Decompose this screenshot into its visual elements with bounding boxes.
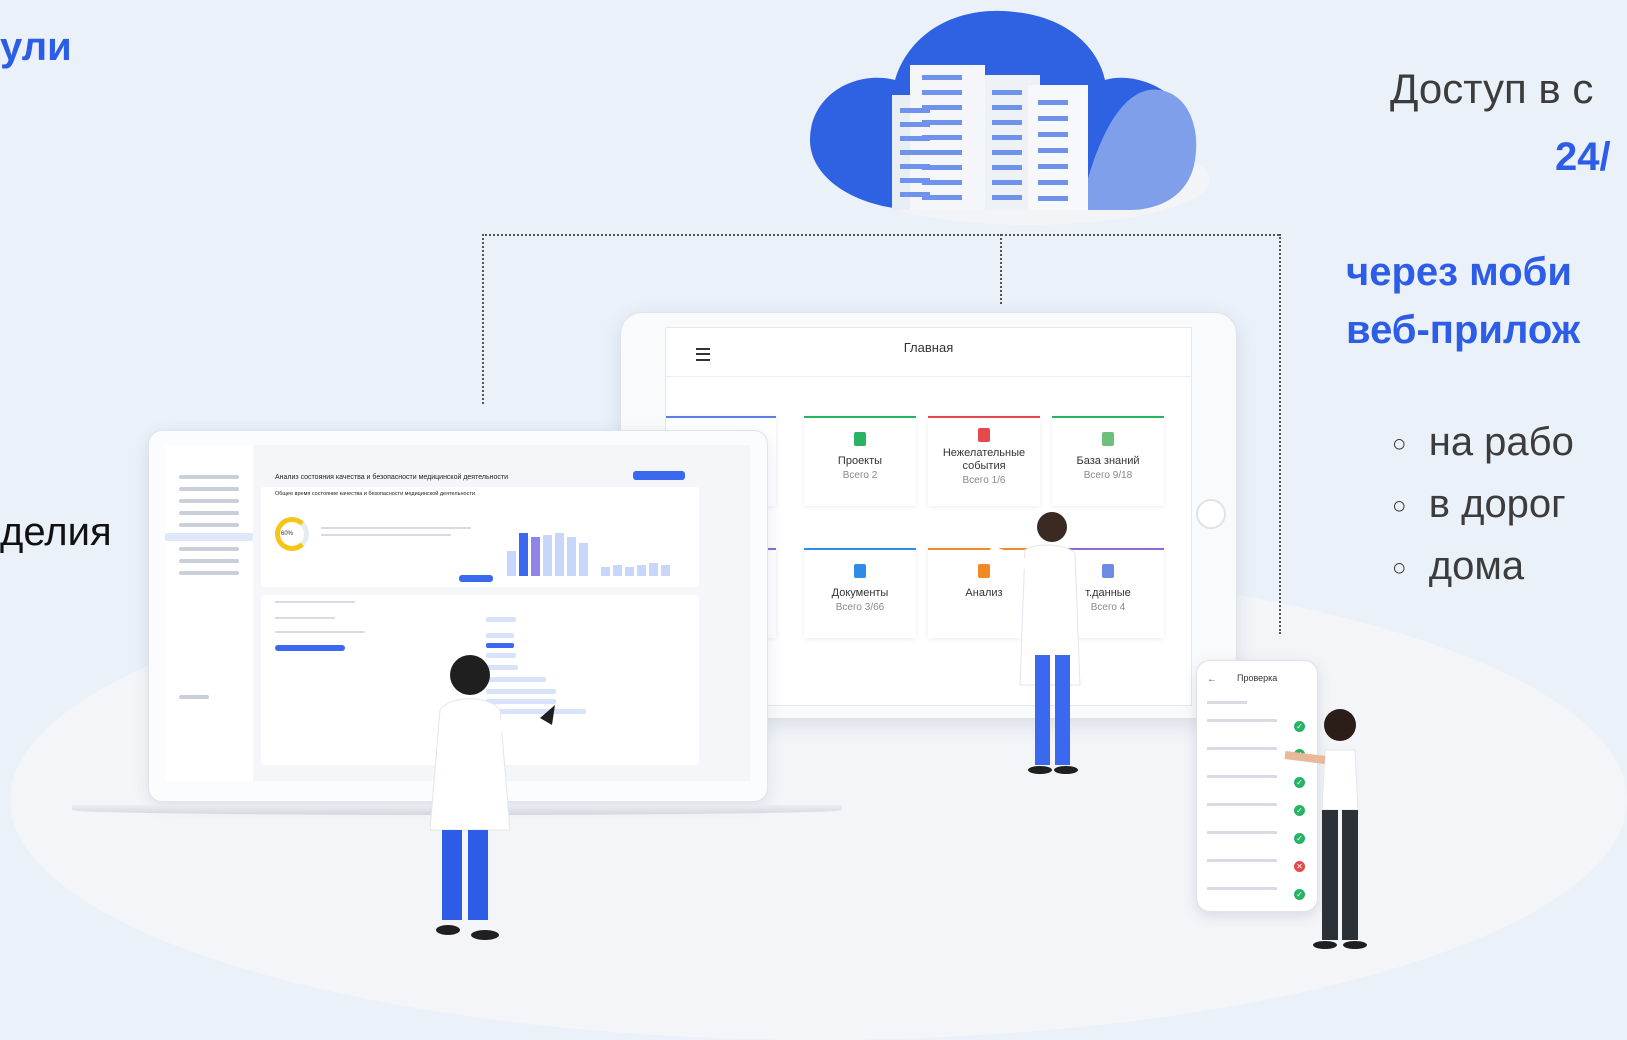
chart-bar bbox=[625, 567, 634, 576]
card-subtitle: Всего 3/66 bbox=[835, 602, 885, 613]
mobile-text-line1: через моби bbox=[1346, 250, 1572, 294]
connector-line bbox=[482, 234, 1279, 236]
connector-line bbox=[1000, 234, 1002, 304]
sidebar-item[interactable] bbox=[179, 523, 239, 527]
chart-bar bbox=[555, 533, 564, 576]
connector-line bbox=[482, 234, 484, 404]
cloud-server-icon bbox=[810, 10, 1210, 225]
woman-illustration bbox=[1284, 709, 1367, 949]
chart-bar bbox=[519, 533, 528, 576]
card-title: Нежелательные события bbox=[942, 447, 1026, 472]
bullet-item: ○ на рабо bbox=[1392, 420, 1574, 464]
text-line bbox=[275, 631, 365, 633]
primary-button[interactable] bbox=[275, 645, 345, 651]
check-row[interactable] bbox=[1207, 719, 1277, 722]
chart-bar bbox=[613, 565, 622, 576]
document-icon bbox=[854, 432, 866, 446]
access-text: Доступ в с bbox=[1390, 65, 1594, 112]
text-line bbox=[1207, 701, 1247, 704]
card-documents[interactable]: Документы Всего 3/66 bbox=[804, 548, 916, 638]
access-highlight: 24/ bbox=[1555, 135, 1611, 179]
mobile-text-line2: веб-прилож bbox=[1346, 308, 1581, 352]
chart-bar bbox=[661, 565, 670, 576]
panel-subtitle: Общее время состояние качества и безопас… bbox=[275, 491, 475, 497]
text-line bbox=[275, 617, 335, 619]
progress-bar bbox=[486, 633, 514, 638]
check-row[interactable] bbox=[1207, 775, 1277, 778]
card-adverse-events[interactable]: Нежелательные события Всего 1/6 bbox=[928, 416, 1040, 506]
card-title: База знаний bbox=[1076, 455, 1140, 467]
back-arrow-icon[interactable]: ← bbox=[1207, 674, 1217, 685]
bullet-item: ○ дома bbox=[1392, 544, 1525, 588]
chart-bar bbox=[601, 567, 610, 576]
check-row[interactable] bbox=[1207, 859, 1277, 862]
connector-line bbox=[1279, 234, 1281, 634]
person-illustration bbox=[430, 655, 555, 940]
card-projects[interactable]: Проекты Всего 2 bbox=[804, 416, 916, 506]
card-subtitle: Всего 1/6 bbox=[962, 475, 1006, 486]
tablet-header: Главная bbox=[666, 328, 1191, 377]
sidebar bbox=[165, 445, 253, 781]
gauge-label: 60% bbox=[281, 531, 294, 537]
card-knowledge-base[interactable]: База знаний Всего 9/18 bbox=[1052, 416, 1164, 506]
analysis-panel: Общее время состояние качества и безопас… bbox=[261, 487, 699, 587]
page-title: Главная bbox=[903, 340, 954, 355]
left-heading-fragment: ули bbox=[0, 25, 72, 69]
sidebar-item[interactable] bbox=[179, 499, 239, 503]
card-subtitle: Всего 9/18 bbox=[1083, 470, 1133, 481]
chart-bar bbox=[637, 565, 646, 576]
alert-icon bbox=[978, 428, 990, 442]
laptop-page-title: Анализ состояния качества и безопасности… bbox=[275, 474, 508, 481]
progress-bar bbox=[486, 617, 516, 622]
chart-bar bbox=[649, 563, 658, 576]
sidebar-item[interactable] bbox=[179, 487, 239, 491]
chart-bar bbox=[531, 537, 540, 576]
sidebar-item[interactable] bbox=[179, 695, 209, 699]
chart-bar bbox=[543, 535, 552, 576]
book-icon bbox=[1102, 432, 1114, 446]
file-icon bbox=[854, 564, 866, 578]
check-row[interactable] bbox=[1207, 887, 1277, 890]
text-line bbox=[321, 527, 471, 529]
card-subtitle: Всего 2 bbox=[842, 470, 878, 481]
primary-button[interactable] bbox=[633, 471, 685, 480]
action-button[interactable] bbox=[459, 575, 493, 582]
chart-bar bbox=[579, 543, 588, 576]
chart-bar bbox=[507, 551, 516, 576]
card-title: Проекты bbox=[837, 455, 883, 467]
progress-bar bbox=[486, 643, 514, 648]
check-row[interactable] bbox=[1207, 803, 1277, 806]
check-row[interactable] bbox=[1207, 747, 1277, 750]
sidebar-item[interactable] bbox=[179, 559, 239, 563]
sidebar-item-active[interactable] bbox=[165, 533, 253, 541]
check-row[interactable] bbox=[1207, 831, 1277, 834]
text-line bbox=[275, 601, 355, 603]
bullet-item: ○ в дорог bbox=[1392, 482, 1566, 526]
text-line bbox=[321, 534, 451, 536]
sidebar-item[interactable] bbox=[179, 547, 239, 551]
sidebar-item[interactable] bbox=[179, 571, 239, 575]
doctor-illustration bbox=[988, 512, 1081, 774]
chart-bar bbox=[567, 537, 576, 576]
home-button[interactable] bbox=[1196, 499, 1226, 529]
left-text-fragment: делия bbox=[0, 510, 112, 554]
card-title: Документы bbox=[831, 587, 889, 599]
sidebar-item[interactable] bbox=[179, 511, 239, 515]
sidebar-item[interactable] bbox=[179, 475, 239, 479]
phone-title: Проверка bbox=[1237, 673, 1278, 683]
